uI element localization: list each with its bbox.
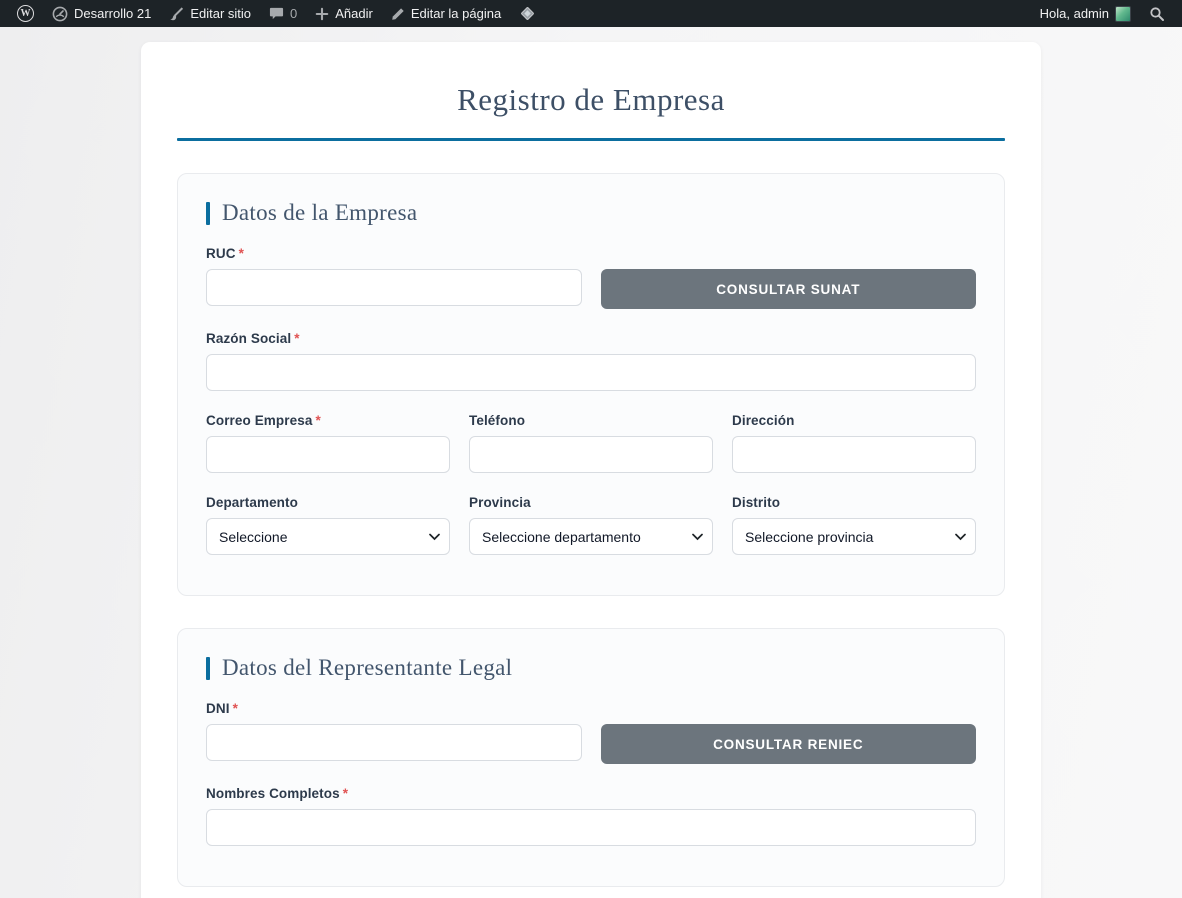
dni-label: DNI*: [206, 701, 976, 716]
pencil-icon: [391, 7, 405, 21]
edit-page-menu[interactable]: Editar la página: [382, 0, 510, 27]
ruc-row: RUC* CONSULTAR SUNAT: [206, 246, 976, 309]
ruc-input[interactable]: [206, 269, 582, 306]
legal-rep-section: Datos del Representante Legal DNI* CONSU…: [177, 628, 1005, 887]
plus-icon: [315, 7, 329, 21]
comment-bubble-icon: [269, 6, 284, 21]
dni-row: DNI* CONSULTAR RENIEC: [206, 701, 976, 764]
legal-section-header: Datos del Representante Legal: [206, 655, 976, 681]
telefono-input[interactable]: [469, 436, 713, 473]
distrito-label: Distrito: [732, 495, 976, 510]
edit-site-menu[interactable]: Editar sitio: [160, 0, 260, 27]
razon-social-row: Razón Social*: [206, 331, 976, 391]
company-data-section: Datos de la Empresa RUC* CONSULTAR SUNAT…: [177, 173, 1005, 596]
consult-reniec-button[interactable]: CONSULTAR RENIEC: [601, 724, 977, 764]
telefono-field: Teléfono: [469, 413, 713, 473]
comments-count: 0: [290, 6, 297, 21]
admin-bar-left: W Desarrollo 21 Editar sitio 0 Añadir: [8, 0, 545, 27]
company-section-header: Datos de la Empresa: [206, 200, 976, 226]
title-underline: [177, 138, 1005, 141]
required-marker: *: [233, 701, 238, 716]
departamento-label: Departamento: [206, 495, 450, 510]
required-marker: *: [343, 786, 348, 801]
wp-admin-bar: W Desarrollo 21 Editar sitio 0 Añadir: [0, 0, 1182, 27]
distrito-field: Distrito Seleccione provincia: [732, 495, 976, 555]
required-marker: *: [315, 413, 320, 428]
razon-social-input[interactable]: [206, 354, 976, 391]
razon-social-label: Razón Social*: [206, 331, 976, 346]
comments-menu[interactable]: 0: [260, 0, 306, 27]
company-section-title: Datos de la Empresa: [222, 200, 417, 226]
telefono-label: Teléfono: [469, 413, 713, 428]
add-new-menu[interactable]: Añadir: [306, 0, 382, 27]
contact-row: Correo Empresa* Teléfono Dirección: [206, 413, 976, 473]
edit-site-label: Editar sitio: [190, 6, 251, 21]
consult-sunat-button[interactable]: CONSULTAR SUNAT: [601, 269, 977, 309]
provincia-select[interactable]: Seleccione departamento: [469, 518, 713, 555]
page-title: Registro de Empresa: [177, 82, 1005, 118]
location-row: Departamento Seleccione Provincia Selecc…: [206, 495, 976, 555]
correo-label: Correo Empresa*: [206, 413, 450, 428]
add-new-label: Añadir: [335, 6, 373, 21]
registration-card: Registro de Empresa Datos de la Empresa …: [141, 42, 1041, 898]
distrito-select[interactable]: Seleccione provincia: [732, 518, 976, 555]
greeting-label: Hola, admin: [1040, 6, 1109, 21]
section-accent-bar: [206, 657, 210, 680]
legal-section-title: Datos del Representante Legal: [222, 655, 512, 681]
admin-bar-right: Hola, admin: [1031, 0, 1174, 27]
section-accent-bar: [206, 202, 210, 225]
required-marker: *: [239, 246, 244, 261]
provincia-label: Provincia: [469, 495, 713, 510]
my-account-menu[interactable]: Hola, admin: [1031, 0, 1140, 27]
wp-logo-menu[interactable]: W: [8, 0, 43, 27]
dni-input[interactable]: [206, 724, 582, 761]
diamond-plugin-icon: [519, 5, 536, 22]
paintbrush-icon: [169, 6, 184, 21]
search-icon: [1149, 6, 1165, 22]
required-marker: *: [294, 331, 299, 346]
nombres-label: Nombres Completos*: [206, 786, 976, 801]
user-avatar: [1115, 6, 1131, 22]
edit-page-label: Editar la página: [411, 6, 501, 21]
plugin-menu[interactable]: [510, 0, 545, 27]
departamento-select[interactable]: Seleccione: [206, 518, 450, 555]
direccion-field: Dirección: [732, 413, 976, 473]
ruc-label: RUC*: [206, 246, 976, 261]
direccion-input[interactable]: [732, 436, 976, 473]
correo-field: Correo Empresa*: [206, 413, 450, 473]
correo-input[interactable]: [206, 436, 450, 473]
direccion-label: Dirección: [732, 413, 976, 428]
nombres-input[interactable]: [206, 809, 976, 846]
dashboard-gauge-icon: [52, 6, 68, 22]
departamento-field: Departamento Seleccione: [206, 495, 450, 555]
site-name-label: Desarrollo 21: [74, 6, 151, 21]
admin-search[interactable]: [1140, 0, 1174, 27]
nombres-row: Nombres Completos*: [206, 786, 976, 846]
provincia-field: Provincia Seleccione departamento: [469, 495, 713, 555]
site-name-menu[interactable]: Desarrollo 21: [43, 0, 160, 27]
wordpress-logo-icon: W: [17, 5, 34, 22]
